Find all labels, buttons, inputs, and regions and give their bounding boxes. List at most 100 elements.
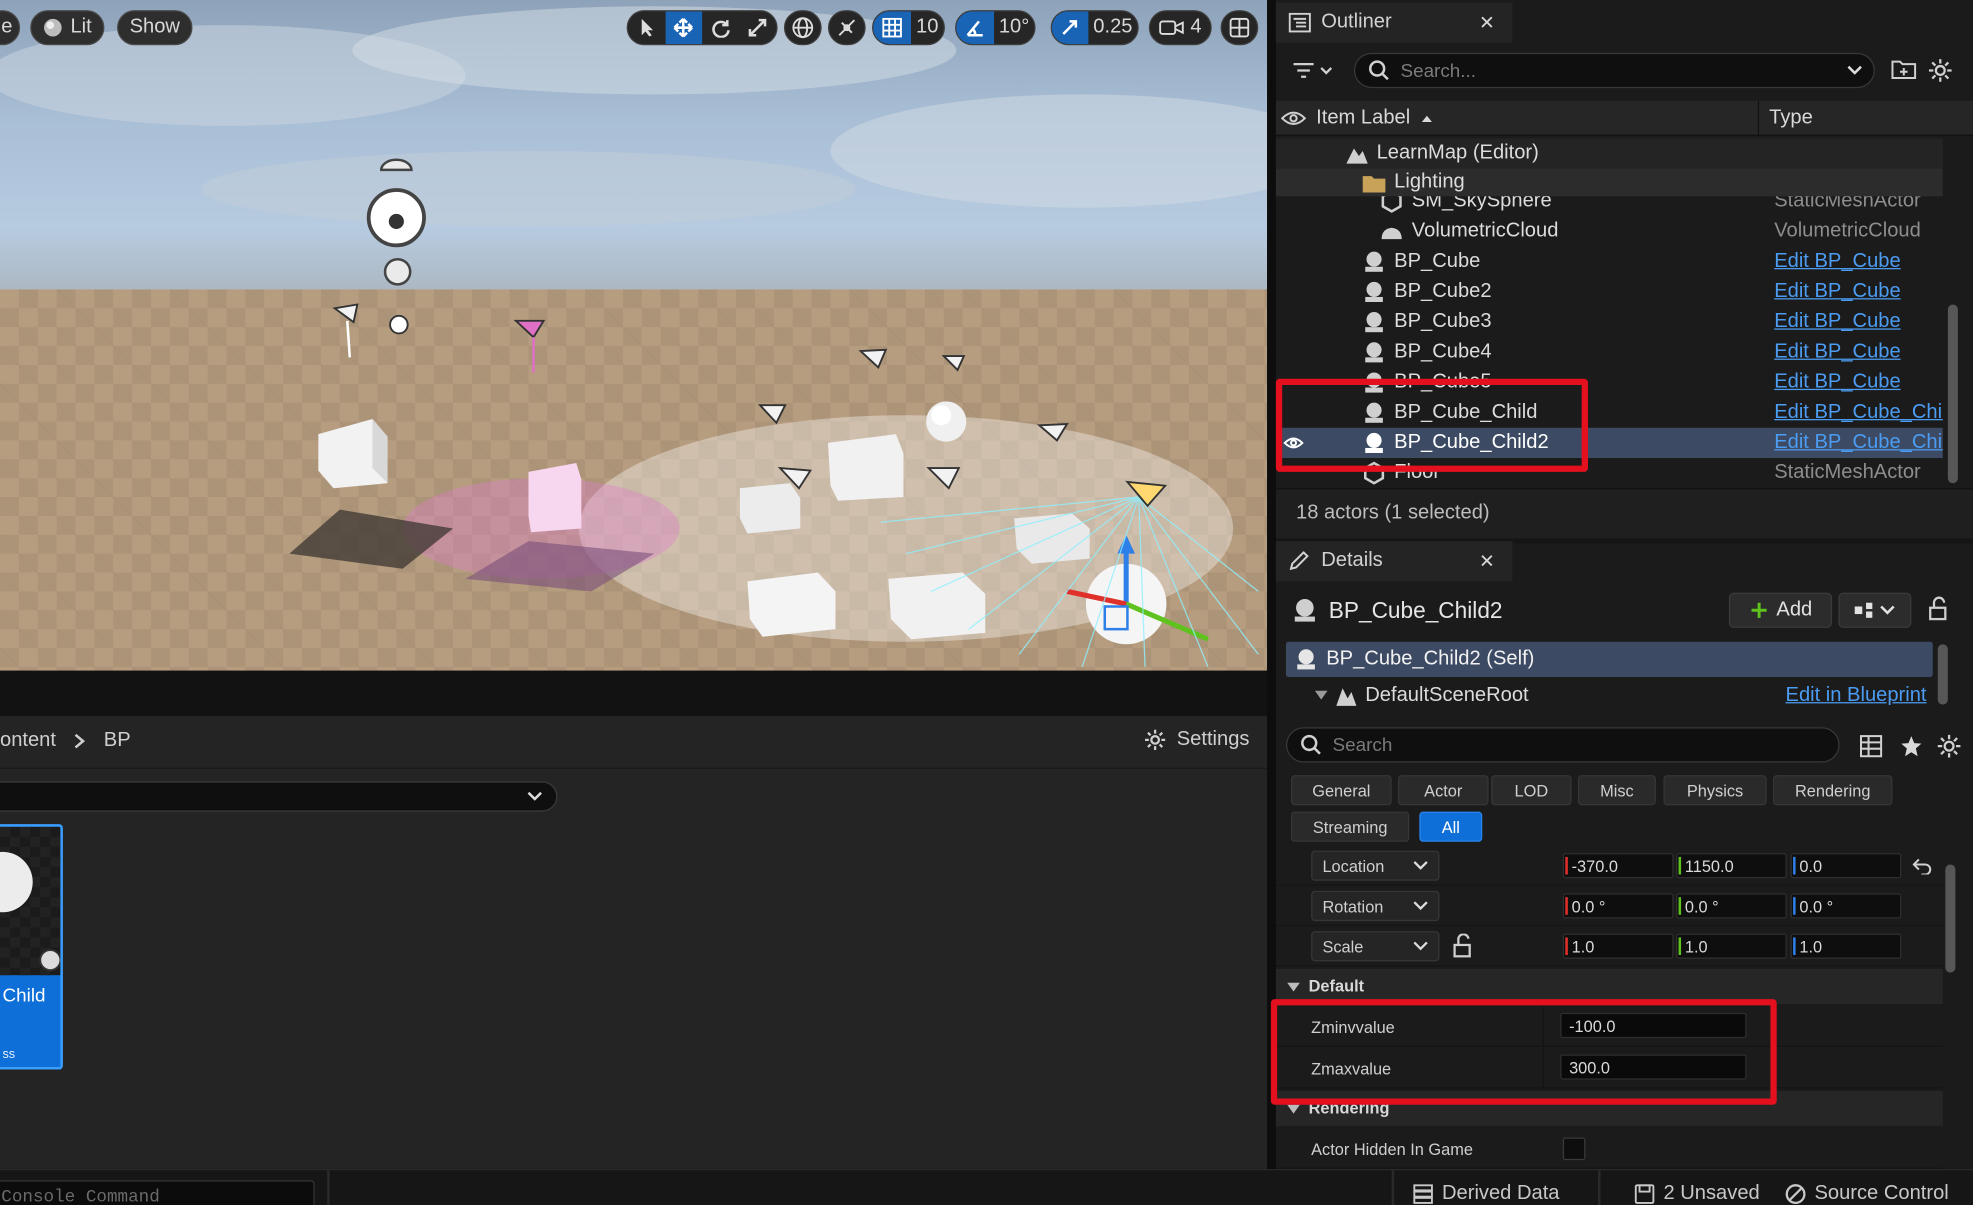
filter-lod[interactable]: LOD (1491, 775, 1572, 806)
scale-snap-toggle[interactable] (1051, 11, 1089, 45)
filter-rendering[interactable]: Rendering (1772, 775, 1893, 806)
details-scrollbar[interactable] (1945, 864, 1956, 973)
edit-blueprint-link[interactable]: Edit BP_Cube (1774, 281, 1900, 304)
surface-snap-button[interactable] (827, 10, 866, 46)
select-mode-button[interactable] (628, 11, 665, 44)
component-row-root[interactable]: DefaultSceneRoot Edit in Blueprint (1286, 679, 1933, 712)
edit-blueprint-link[interactable]: Edit BP_Cube_Chil (1774, 401, 1943, 424)
add-folder-icon[interactable] (1891, 58, 1917, 81)
content-settings-button[interactable]: Settings (1144, 729, 1249, 752)
location-z-field[interactable]: 0.0 (1790, 853, 1902, 879)
edit-blueprint-link[interactable]: Edit BP_Cube (1774, 311, 1900, 334)
unsaved-button[interactable]: 2 Unsaved (1633, 1183, 1760, 1205)
outliner-row-folder[interactable]: Lighting (1275, 168, 1943, 197)
world-space-button[interactable] (783, 10, 822, 46)
edit-in-blueprint-link[interactable]: Edit in Blueprint (1786, 685, 1927, 708)
scale-mode-button[interactable] (739, 11, 776, 44)
edit-blueprint-link[interactable]: Edit BP_Cube (1774, 250, 1900, 273)
outliner-row[interactable]: BP_Cube4 Edit BP_Cube (1276, 337, 1943, 367)
edit-blueprint-link[interactable]: Edit BP_Cube (1774, 371, 1900, 394)
viewport-scene (0, 6, 1268, 668)
rotate-mode-button[interactable] (702, 11, 739, 44)
row-label: BP_Cube2 (1394, 280, 1492, 302)
unlock-icon[interactable] (1452, 933, 1472, 959)
level-viewport[interactable]: e Lit Show 10 10° 0.25 4 (0, 0, 1268, 671)
angle-snap-value[interactable]: 10° (994, 11, 1035, 44)
actor-name[interactable]: BP_Cube_Child2 (1329, 598, 1503, 624)
move-arrows-icon (673, 17, 694, 38)
asset-tile-bp-cube-child[interactable]: Child ss (0, 824, 63, 1070)
row-type: VolumetricCloud (1774, 220, 1921, 242)
scale-dropdown[interactable]: Scale (1311, 931, 1440, 962)
close-icon[interactable]: ✕ (1479, 11, 1495, 34)
scale-snap-value[interactable]: 0.25 (1088, 11, 1137, 44)
location-dropdown[interactable]: Location (1311, 850, 1440, 881)
console-command-input[interactable]: Console Command (0, 1180, 315, 1205)
filter-button[interactable] (1291, 58, 1339, 83)
location-y-field[interactable]: 1150.0 (1676, 853, 1787, 879)
filter-general[interactable]: General (1291, 775, 1392, 806)
outliner-row[interactable]: VolumetricCloud VolumetricCloud (1276, 216, 1943, 246)
type-column-header[interactable]: Type (1769, 107, 1813, 130)
camera-speed-button[interactable]: 4 (1148, 10, 1212, 46)
translate-mode-button[interactable] (665, 11, 703, 45)
rotation-x-field[interactable]: 0.0 ° (1562, 893, 1674, 919)
filter-physics[interactable]: Physics (1663, 775, 1767, 806)
reset-arrow-icon[interactable] (1912, 857, 1933, 875)
item-label-column[interactable]: Item Label (1316, 107, 1433, 130)
outliner-row[interactable]: BP_Cube2 Edit BP_Cube (1276, 277, 1943, 307)
folder-label: Lighting (1394, 171, 1465, 193)
item-label-header: Item Label (1316, 106, 1411, 129)
outliner-search-input[interactable]: Search... (1353, 52, 1875, 89)
tab-outliner[interactable]: Outliner ✕ (1275, 2, 1513, 43)
outliner-footer: 18 actors (1 selected) (1275, 488, 1973, 539)
tab-details[interactable]: Details ✕ (1275, 541, 1513, 582)
viewport-layout-button[interactable] (1220, 10, 1259, 46)
scale-y-field[interactable]: 1.0 (1676, 933, 1787, 959)
component-row-self[interactable]: BP_Cube_Child2 (Self) (1285, 641, 1933, 677)
panel-divider[interactable] (1267, 0, 1276, 1169)
breadcrumb-content[interactable]: ontent (0, 730, 56, 753)
grid-snap-toggle[interactable] (873, 11, 912, 45)
details-search-input[interactable]: Search (1285, 727, 1840, 763)
close-icon[interactable]: ✕ (1479, 550, 1495, 572)
components-scrollbar[interactable] (1937, 644, 1948, 705)
rotation-y-field[interactable]: 0.0 ° (1676, 893, 1787, 919)
location-x-field[interactable]: -370.0 (1562, 853, 1674, 879)
rotation-z-field[interactable]: 0.0 ° (1790, 893, 1902, 919)
outliner-row[interactable]: BP_Cube3 Edit BP_Cube (1276, 307, 1943, 337)
filter-streaming[interactable]: Streaming (1291, 811, 1410, 842)
divider (1391, 1170, 1395, 1205)
scale-z-field[interactable]: 1.0 (1790, 933, 1902, 959)
filter-all[interactable]: All (1419, 811, 1483, 842)
lock-icon[interactable] (1928, 596, 1948, 621)
save-icon (1634, 1184, 1655, 1204)
derived-data-button[interactable]: Derived Data (1412, 1183, 1559, 1205)
add-component-button[interactable]: Add (1728, 592, 1833, 628)
outliner-row-map[interactable]: LearnMap (Editor) (1275, 138, 1943, 169)
gear-icon[interactable] (1928, 58, 1953, 83)
edit-blueprint-link[interactable]: Edit BP_Cube (1774, 341, 1900, 364)
grid-snap-value[interactable]: 10 (911, 11, 943, 44)
show-flags-button[interactable]: Show (117, 10, 193, 46)
outliner-row[interactable]: BP_Cube Edit BP_Cube (1276, 247, 1943, 277)
edit-blueprint-link[interactable]: Edit BP_Cube_Chil (1774, 432, 1943, 455)
outliner-scrollbar[interactable] (1947, 304, 1958, 484)
view-mode-button[interactable]: Lit (30, 10, 105, 46)
content-filter-dropdown[interactable] (0, 781, 558, 812)
breadcrumb-bp[interactable]: BP (104, 730, 131, 753)
scale-x-field[interactable]: 1.0 (1562, 933, 1674, 959)
rotation-dropdown[interactable]: Rotation (1311, 890, 1440, 922)
grid-icon (882, 17, 902, 38)
filter-actor[interactable]: Actor (1397, 775, 1489, 806)
source-control-button[interactable]: Source Control (1784, 1183, 1949, 1205)
filter-misc[interactable]: Misc (1577, 775, 1656, 806)
chevron-down-icon (1413, 901, 1428, 911)
angle-snap-toggle[interactable] (956, 11, 994, 45)
gear-icon[interactable] (1937, 734, 1962, 759)
property-matrix-icon[interactable] (1860, 735, 1883, 758)
blueprint-options-button[interactable] (1838, 592, 1912, 628)
outliner-row[interactable]: SM_SkySphere StaticMeshActor (1276, 196, 1943, 216)
actor-hidden-checkbox[interactable] (1562, 1137, 1586, 1161)
star-icon[interactable] (1900, 735, 1923, 758)
